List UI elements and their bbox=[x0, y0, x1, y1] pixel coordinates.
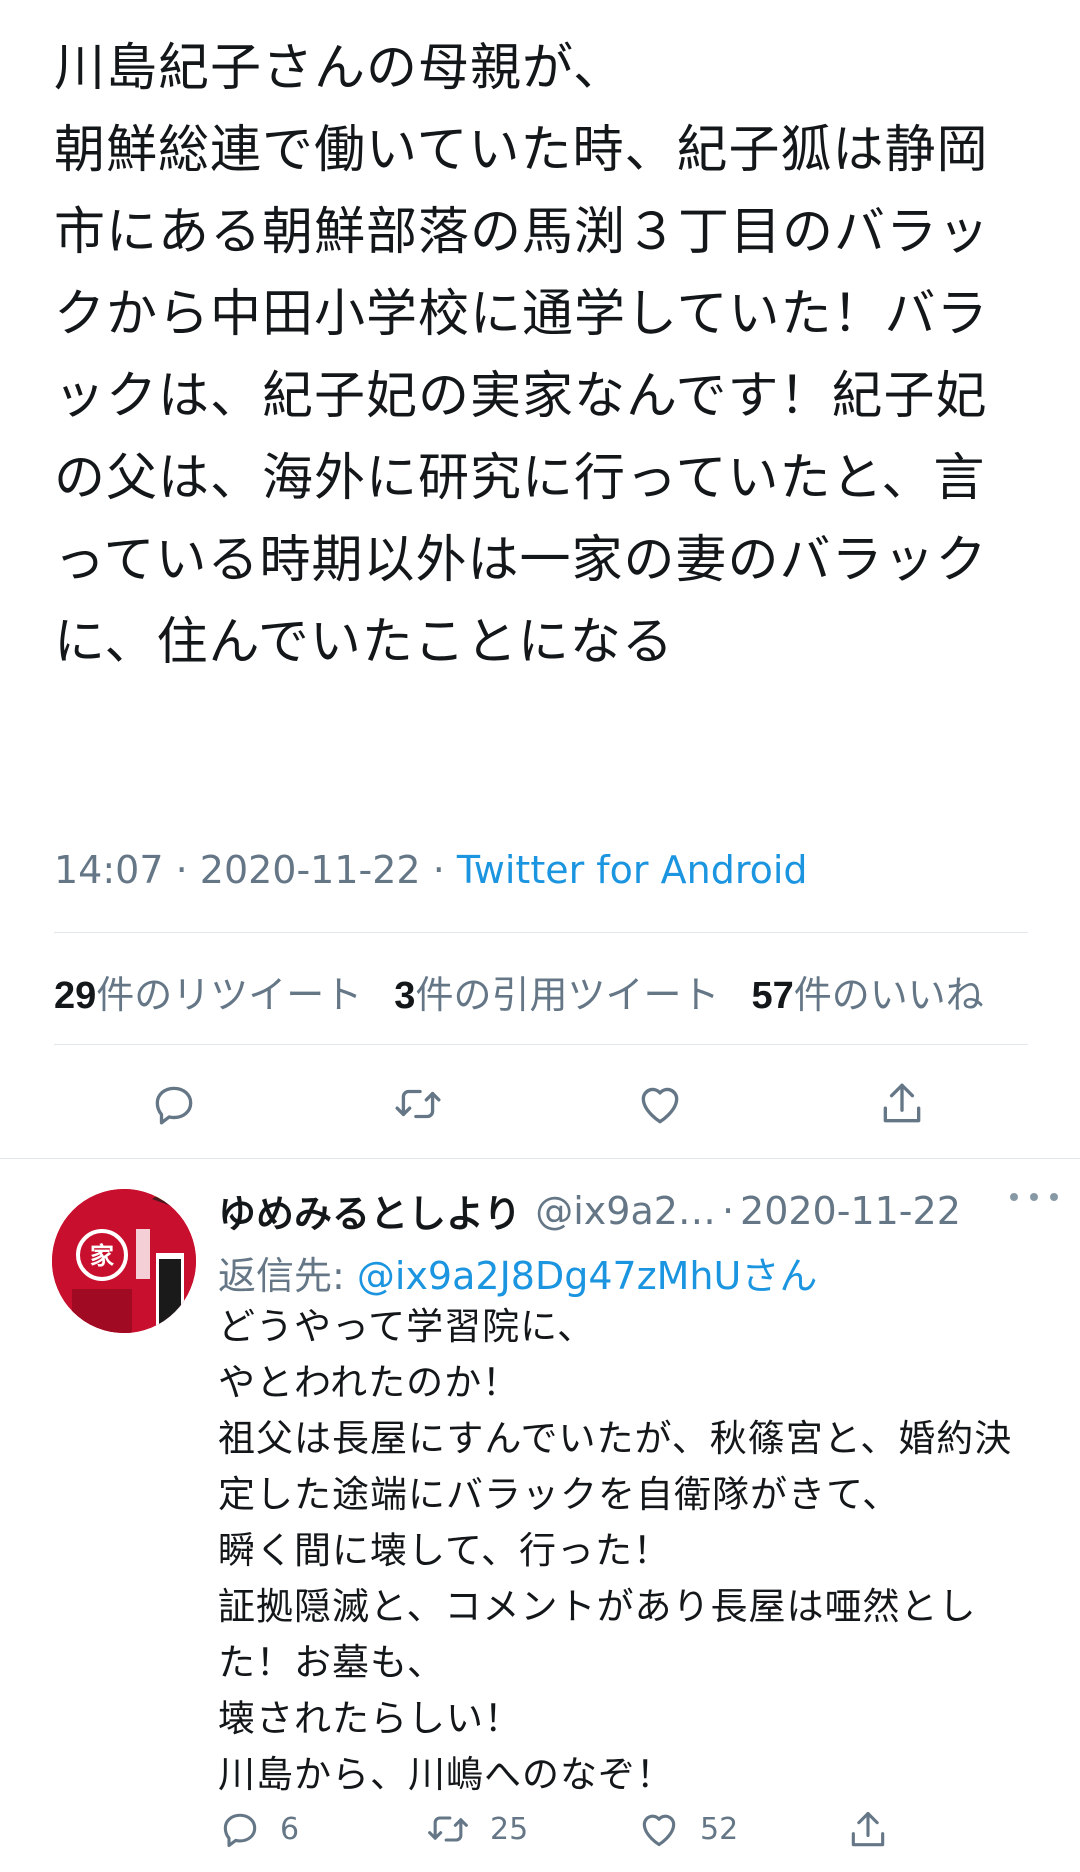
likes-count: 57 bbox=[751, 975, 794, 1017]
reply-date[interactable]: 2020-11-22 bbox=[740, 1189, 961, 1233]
avatar-image: 家 bbox=[52, 1189, 196, 1333]
reply-button[interactable] bbox=[142, 1072, 206, 1136]
quotes-label: 件の引用ツイート bbox=[415, 973, 720, 1017]
tweet-date: 2020-11-22 bbox=[199, 848, 421, 892]
reply-header: ゆめみるとしより @ix9a2… · 2020-11-22 bbox=[218, 1183, 1038, 1238]
quotes-stat[interactable]: 3件の引用ツイート bbox=[394, 964, 719, 1019]
reply-to-label: 返信先: bbox=[218, 1254, 357, 1298]
reply-to-suffix: さん bbox=[741, 1254, 818, 1298]
reply-reply-count: 6 bbox=[280, 1811, 300, 1847]
quotes-count: 3 bbox=[394, 975, 416, 1017]
reply-icon bbox=[155, 1086, 193, 1125]
retweet-icon bbox=[395, 1089, 441, 1119]
reply-tweet[interactable]: 家 ゆめみるとしより @ix9a2… · 2020-11-22 返信先: @ix… bbox=[0, 1159, 1080, 1872]
retweet-icon bbox=[428, 1816, 468, 1842]
like-icon bbox=[642, 1814, 676, 1847]
like-icon bbox=[641, 1087, 679, 1124]
reply-share-button[interactable] bbox=[846, 1807, 890, 1853]
share-icon bbox=[883, 1083, 921, 1123]
reply-like-count: 52 bbox=[700, 1811, 739, 1847]
reply-header-dot: · bbox=[721, 1188, 735, 1233]
likes-label: 件のいいね bbox=[793, 973, 984, 1017]
share-button[interactable] bbox=[870, 1072, 934, 1136]
share-icon bbox=[851, 1811, 885, 1847]
divider-stats bbox=[54, 1044, 1028, 1045]
tweet-stats: 29件のリツイート 3件の引用ツイート 57件のいいね bbox=[54, 964, 984, 1019]
svg-text:家: 家 bbox=[90, 1242, 114, 1270]
more-dot bbox=[1010, 1193, 1018, 1201]
retweets-stat[interactable]: 29件のリツイート bbox=[54, 964, 362, 1019]
meta-separator: · bbox=[163, 848, 200, 892]
more-dot bbox=[1050, 1193, 1058, 1201]
reply-to-line: 返信先: @ix9a2J8Dg47zMhUさん bbox=[218, 1245, 817, 1300]
divider-top bbox=[54, 932, 1028, 933]
tweet-meta: 14:07 · 2020-11-22 · Twitter for Android bbox=[54, 848, 808, 892]
reply-user-name[interactable]: ゆめみるとしより bbox=[218, 1183, 521, 1238]
reply-like-button[interactable]: 52 bbox=[636, 1807, 738, 1851]
reply-actions: 6 25 52 bbox=[0, 1807, 1080, 1857]
tweet-time: 14:07 bbox=[54, 848, 164, 892]
avatar[interactable]: 家 bbox=[52, 1189, 196, 1333]
retweets-count: 29 bbox=[54, 975, 97, 1017]
reply-icon bbox=[223, 1813, 257, 1848]
likes-stat[interactable]: 57件のいいね bbox=[751, 964, 983, 1019]
more-dot bbox=[1030, 1193, 1038, 1201]
reply-user-handle[interactable]: @ix9a2… bbox=[535, 1189, 716, 1233]
like-button[interactable] bbox=[628, 1072, 692, 1136]
reply-text: どうやって学習院に、 やとわれたのか！ 祖父は長屋にすんでいたが、秋篠宮と、婚約… bbox=[218, 1305, 1013, 1796]
reply-retweet-count: 25 bbox=[490, 1811, 529, 1847]
reply-reply-button[interactable]: 6 bbox=[218, 1807, 299, 1851]
retweets-label: 件のリツイート bbox=[96, 973, 363, 1017]
reply-retweet-button[interactable]: 25 bbox=[424, 1807, 528, 1851]
retweet-button[interactable] bbox=[386, 1072, 450, 1136]
meta-separator-2: · bbox=[420, 848, 457, 892]
more-options-icon[interactable] bbox=[1010, 1187, 1058, 1207]
tweet-text: 川島紀子さんの母親が、 朝鮮総連で働いていた時、紀子狐は静岡市にある朝鮮部落の馬… bbox=[54, 39, 991, 672]
tweet-actions bbox=[0, 1072, 1080, 1136]
reply-to-mention[interactable]: @ix9a2J8Dg47zMhU bbox=[357, 1254, 741, 1298]
tweet-source-link[interactable]: Twitter for Android bbox=[457, 848, 808, 892]
